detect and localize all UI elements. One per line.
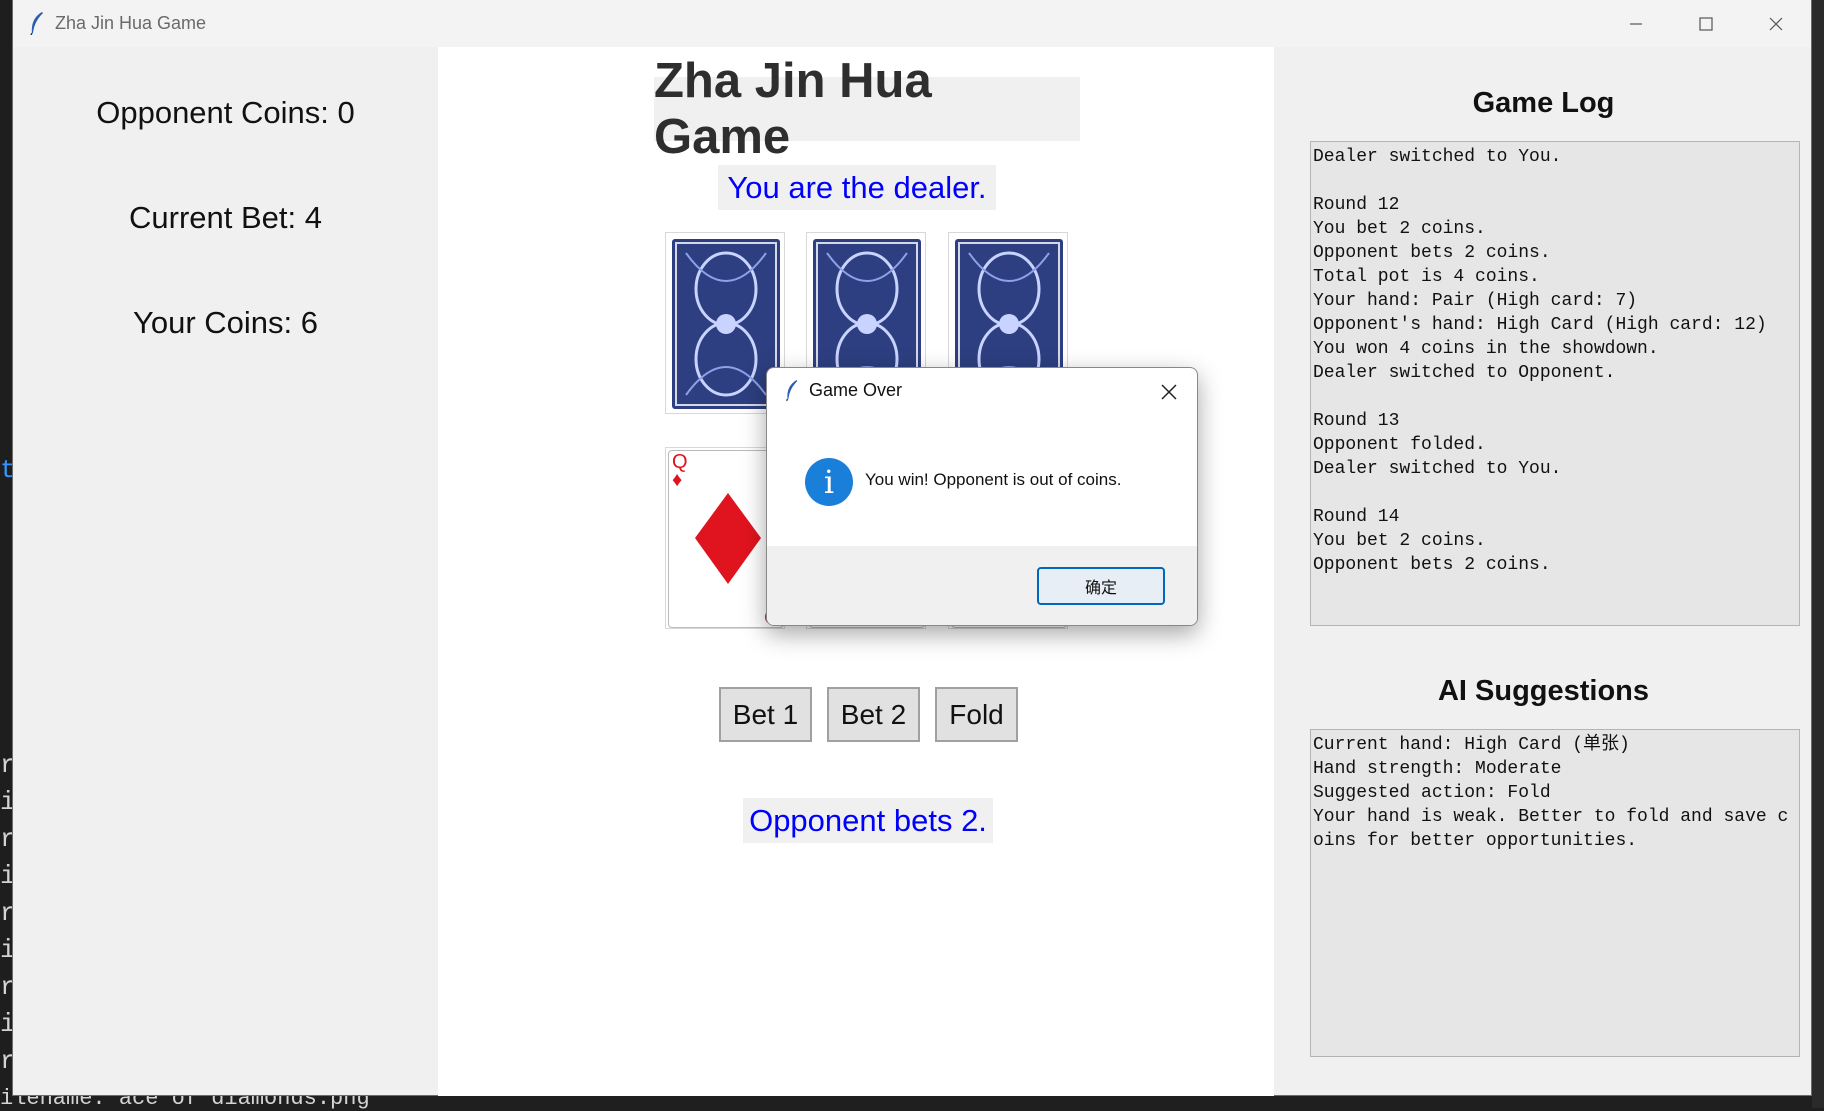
game-log-textbox[interactable]: Dealer switched to You. Round 12 You bet…	[1310, 141, 1800, 626]
editor-strip	[1812, 0, 1824, 1108]
close-icon[interactable]	[1741, 0, 1811, 47]
ai-suggestions-textbox[interactable]: Current hand: High Card (单张) Hand streng…	[1310, 729, 1800, 1057]
minimize-icon[interactable]	[1601, 0, 1671, 47]
status-message: Opponent bets 2.	[743, 798, 993, 843]
dealer-label: You are the dealer.	[718, 165, 996, 210]
fold-button[interactable]: Fold	[935, 687, 1018, 742]
close-icon[interactable]	[1151, 374, 1187, 410]
bet-1-button[interactable]: Bet 1	[719, 687, 812, 742]
ok-button[interactable]: 确定	[1037, 567, 1165, 605]
maximize-icon[interactable]	[1671, 0, 1741, 47]
info-icon: i	[805, 458, 853, 506]
game-over-dialog: Game Over i You win! Opponent is out of …	[766, 367, 1198, 626]
stats-panel: Opponent Coins: 0 Current Bet: 4 Your Co…	[13, 47, 438, 1096]
feather-icon	[785, 380, 798, 402]
dialog-message: You win! Opponent is out of coins.	[865, 470, 1122, 489]
bet-2-button[interactable]: Bet 2	[827, 687, 920, 742]
game-title: Zha Jin Hua Game	[654, 54, 1080, 164]
dialog-title: Game Over	[809, 380, 903, 400]
window-title: Zha Jin Hua Game	[55, 13, 207, 33]
diamond-icon	[695, 493, 761, 584]
opponent-coins: Opponent Coins: 0	[96, 95, 355, 130]
feather-icon	[30, 12, 43, 35]
your-coins: Your Coins: 6	[133, 305, 318, 340]
card-suit: ♦	[672, 469, 683, 491]
side-panel: Game Log Dealer switched to You. Round 1…	[1274, 47, 1813, 1096]
game-log-title: Game Log	[1472, 87, 1615, 119]
card-back	[672, 239, 780, 409]
title-bar[interactable]: Zha Jin Hua Game	[13, 0, 1811, 47]
ai-suggestions-title: AI Suggestions	[1437, 675, 1650, 707]
current-bet: Current Bet: 4	[129, 200, 322, 235]
